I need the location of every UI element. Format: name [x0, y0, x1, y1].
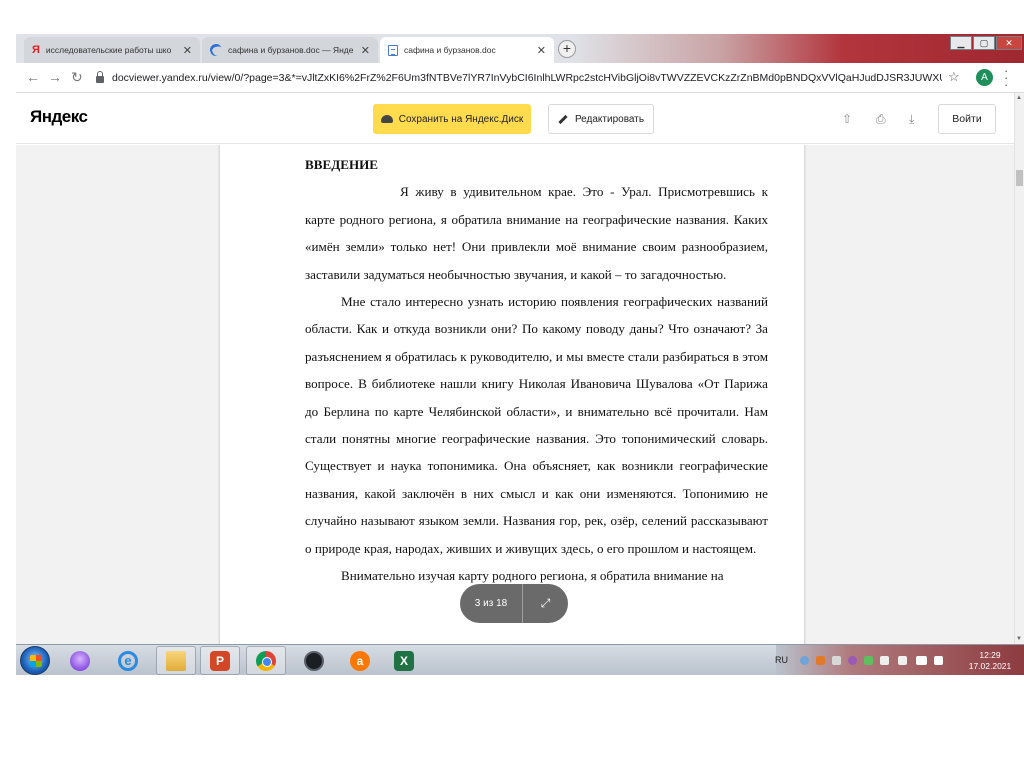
- share-icon[interactable]: ⇧: [842, 112, 852, 126]
- print-icon[interactable]: ⎙: [876, 112, 886, 127]
- check-icon[interactable]: [800, 656, 809, 665]
- docviewer-header: Яндекс Сохранить на Яндекс.Диск Редактир…: [16, 94, 1016, 144]
- edit-label: Редактировать: [574, 113, 645, 125]
- address-bar: ← → ↻ docviewer.yandex.ru/view/0/?page=3…: [16, 63, 1024, 93]
- minimize-button[interactable]: ▁: [950, 36, 972, 50]
- yandex-icon: Я: [32, 44, 40, 56]
- taskbar-avast[interactable]: a: [340, 646, 380, 675]
- taskbar-speedtest[interactable]: [294, 646, 334, 675]
- bookmark-star-icon[interactable]: ☆: [948, 69, 960, 85]
- chrome-icon: [256, 650, 276, 671]
- tab-doc-active[interactable]: сафина и бурзанов.doc ✕: [380, 37, 554, 63]
- taskbar-chrome[interactable]: [246, 646, 286, 675]
- scroll-up-icon[interactable]: ▲: [1016, 95, 1022, 101]
- scroll-thumb[interactable]: [1016, 170, 1023, 186]
- clock-time: 12:29: [979, 650, 1001, 660]
- save-label: Сохранить на Яндекс.Диск: [398, 113, 524, 125]
- edit-button[interactable]: Редактировать: [548, 104, 654, 134]
- shield-icon[interactable]: [864, 656, 873, 665]
- tool-tray-icon[interactable]: [832, 656, 841, 665]
- lock-icon: [96, 71, 104, 83]
- avast-tray-icon[interactable]: [816, 656, 825, 665]
- tab-label: сафина и бурзанов.doc: [404, 45, 496, 55]
- yandex-logo[interactable]: Яндекс: [30, 107, 88, 127]
- tab-research-works[interactable]: Я исследовательские работы шко ✕: [24, 37, 200, 63]
- start-button[interactable]: [20, 646, 50, 675]
- download-icon[interactable]: ⤓: [909, 112, 914, 127]
- close-icon[interactable]: ✕: [361, 44, 370, 57]
- tab-bar: Я исследовательские работы шко ✕ сафина …: [16, 34, 1024, 63]
- tab-label: сафина и бурзанов.doc — Янде: [228, 45, 354, 55]
- document-heading: ВВЕДЕНИЕ: [305, 157, 379, 172]
- document-icon: [388, 44, 398, 56]
- scroll-down-icon[interactable]: ▼: [1016, 636, 1022, 642]
- document-text: ВВЕДЕНИЕ Я живу в удивительном крае. Это…: [305, 151, 768, 590]
- close-icon[interactable]: ✕: [537, 44, 546, 57]
- windows-icon: [30, 655, 42, 667]
- document-page: ВВЕДЕНИЕ Я живу в удивительном крае. Это…: [220, 145, 804, 644]
- taskbar: e P a X RU 12:29 17.02.2021: [16, 644, 1024, 675]
- disk-icon: [380, 115, 393, 123]
- clock[interactable]: 12:29 17.02.2021: [960, 650, 1020, 672]
- powerpoint-icon: P: [210, 650, 230, 671]
- back-arrow-icon[interactable]: ←: [26, 69, 40, 85]
- taskbar-excel[interactable]: X: [384, 646, 424, 675]
- docviewer-icon: [208, 42, 224, 58]
- alice-icon: [70, 650, 90, 671]
- taskbar-ie[interactable]: e: [108, 646, 148, 675]
- close-icon[interactable]: ✕: [183, 44, 192, 57]
- reload-icon[interactable]: ↻: [71, 69, 83, 86]
- omnibox[interactable]: docviewer.yandex.ru/view/0/?page=3&*=vJl…: [96, 67, 976, 89]
- paragraph: Мне стало интересно узнать историю появл…: [305, 294, 768, 556]
- url-text[interactable]: docviewer.yandex.ru/view/0/?page=3&*=vJl…: [112, 72, 942, 84]
- pencil-icon: [558, 114, 568, 124]
- save-to-disk-button[interactable]: Сохранить на Яндекс.Диск: [373, 104, 531, 134]
- taskbar-explorer[interactable]: [156, 646, 196, 675]
- clock-date: 17.02.2021: [968, 661, 1012, 671]
- action-center-icon[interactable]: [898, 656, 907, 665]
- menu-icon[interactable]: · · ·: [1004, 64, 1008, 91]
- usb-icon[interactable]: [880, 656, 889, 665]
- taskbar-alice[interactable]: [60, 646, 100, 675]
- ie-icon: e: [118, 650, 138, 671]
- maximize-button[interactable]: ▢: [973, 36, 995, 50]
- page-number: 3 из 18: [474, 598, 508, 609]
- explorer-icon: [166, 650, 186, 671]
- excel-icon: X: [394, 650, 414, 671]
- new-tab-button[interactable]: +: [558, 40, 576, 58]
- page-indicator: 3 из 18 ⤢: [460, 584, 568, 623]
- forward-arrow-icon[interactable]: →: [48, 69, 62, 85]
- logo-text: Яндекс: [30, 107, 88, 126]
- tab-doc-yandex[interactable]: сафина и бурзанов.doc — Янде ✕: [202, 37, 378, 63]
- avast-icon: a: [350, 650, 370, 671]
- network-icon[interactable]: [916, 656, 927, 665]
- taskbar-powerpoint[interactable]: P: [200, 646, 240, 675]
- alice-tray-icon[interactable]: [848, 656, 857, 665]
- tab-label: исследовательские работы шко: [45, 45, 172, 55]
- volume-icon[interactable]: [934, 656, 943, 665]
- screen: Я исследовательские работы шко ✕ сафина …: [16, 34, 1024, 675]
- close-window-button[interactable]: ✕: [996, 36, 1022, 50]
- speedtest-icon: [304, 650, 324, 671]
- scrollbar[interactable]: ▲ ▼: [1014, 93, 1024, 644]
- language-indicator[interactable]: RU: [775, 655, 788, 665]
- document-viewer[interactable]: ВВЕДЕНИЕ Я живу в удивительном крае. Это…: [16, 145, 1016, 644]
- profile-avatar[interactable]: A: [976, 69, 993, 86]
- fullscreen-icon[interactable]: ⤢: [523, 596, 568, 611]
- paragraph: Я живу в удивительном крае. Это - Урал. …: [305, 184, 768, 282]
- login-button[interactable]: Войти: [938, 104, 996, 134]
